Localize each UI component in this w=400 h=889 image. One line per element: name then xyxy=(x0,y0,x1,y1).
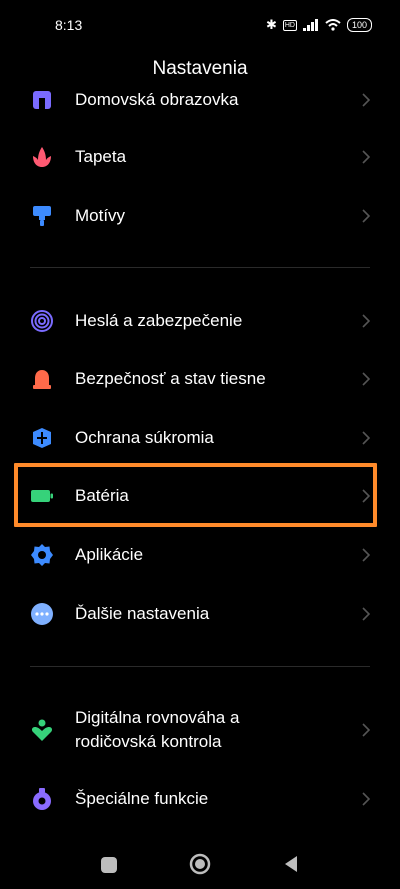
home-button[interactable] xyxy=(189,853,211,875)
digital-wellbeing-icon xyxy=(31,719,53,741)
chevron-right-icon xyxy=(362,607,371,621)
settings-item-label: Tapeta xyxy=(75,147,127,166)
chevron-right-icon xyxy=(362,209,371,223)
settings-item-label: Špeciálne funkcie xyxy=(75,789,209,808)
chevron-right-icon xyxy=(362,150,371,164)
settings-item-home-screen[interactable]: Domovská obrazovka xyxy=(0,70,400,128)
chevron-right-icon xyxy=(362,548,371,562)
hd-network-icon: HD xyxy=(282,19,297,31)
more-dots-icon xyxy=(31,603,53,625)
wifi-icon xyxy=(325,19,341,31)
navigation-bar xyxy=(0,840,400,889)
signal-icon xyxy=(302,19,318,31)
status-bar: 8:13 ✱ HD 100 xyxy=(0,0,400,52)
section-divider xyxy=(30,267,370,268)
settings-item-more-settings[interactable]: Ďalšie nastavenia xyxy=(0,585,400,643)
status-icons: ✱ HD 100 xyxy=(266,16,372,34)
back-button[interactable] xyxy=(282,855,300,873)
home-screen-icon xyxy=(33,91,51,109)
special-features-icon xyxy=(33,788,51,810)
themes-brush-icon xyxy=(33,206,51,226)
bluetooth-icon: ✱ xyxy=(265,17,277,32)
settings-item-label: Ďalšie nastavenia xyxy=(75,604,210,623)
settings-item-label: Bezpečnosť a stav tiesne xyxy=(75,369,266,388)
chevron-right-icon xyxy=(362,93,371,107)
settings-item-passwords-security[interactable]: Heslá a zabezpečenie xyxy=(0,292,400,350)
apps-gear-icon xyxy=(31,544,53,566)
battery-status-icon: 100 xyxy=(346,18,372,32)
settings-item-safety-emergency[interactable]: Bezpečnosť a stav tiesne xyxy=(0,350,400,408)
wallpaper-flower-icon xyxy=(33,147,51,167)
settings-item-label: Digitálna rovnováha a rodičovská kontrol… xyxy=(75,708,240,751)
settings-item-label: Motívy xyxy=(75,206,126,225)
settings-item-label: Domovská obrazovka xyxy=(75,90,239,109)
fingerprint-icon xyxy=(31,310,53,332)
chevron-right-icon xyxy=(362,792,371,806)
settings-item-wallpaper[interactable]: Tapeta xyxy=(0,128,400,186)
chevron-right-icon xyxy=(362,723,371,737)
chevron-right-icon xyxy=(362,431,371,445)
chevron-right-icon xyxy=(362,314,371,328)
section-divider xyxy=(30,666,370,667)
settings-list[interactable]: Domovská obrazovka Tapeta Motívy Heslá a… xyxy=(0,70,400,850)
emergency-siren-icon xyxy=(33,370,51,389)
privacy-shield-icon xyxy=(33,428,51,448)
settings-item-label: Ochrana súkromia xyxy=(75,428,214,447)
settings-item-apps[interactable]: Aplikácie xyxy=(0,526,400,584)
settings-item-special-features[interactable]: Špeciálne funkcie xyxy=(0,770,400,828)
status-time: 8:13 xyxy=(55,17,83,33)
settings-item-privacy[interactable]: Ochrana súkromia xyxy=(0,409,400,467)
settings-item-themes[interactable]: Motívy xyxy=(0,187,400,245)
settings-item-label: Heslá a zabezpečenie xyxy=(75,311,243,330)
settings-item-label: Aplikácie xyxy=(75,545,144,564)
chevron-right-icon xyxy=(362,372,371,386)
recent-apps-button[interactable] xyxy=(100,856,118,874)
battery-highlight-box xyxy=(14,463,377,527)
settings-item-digital-wellbeing[interactable]: Digitálna rovnováha a rodičovská kontrol… xyxy=(0,697,400,763)
